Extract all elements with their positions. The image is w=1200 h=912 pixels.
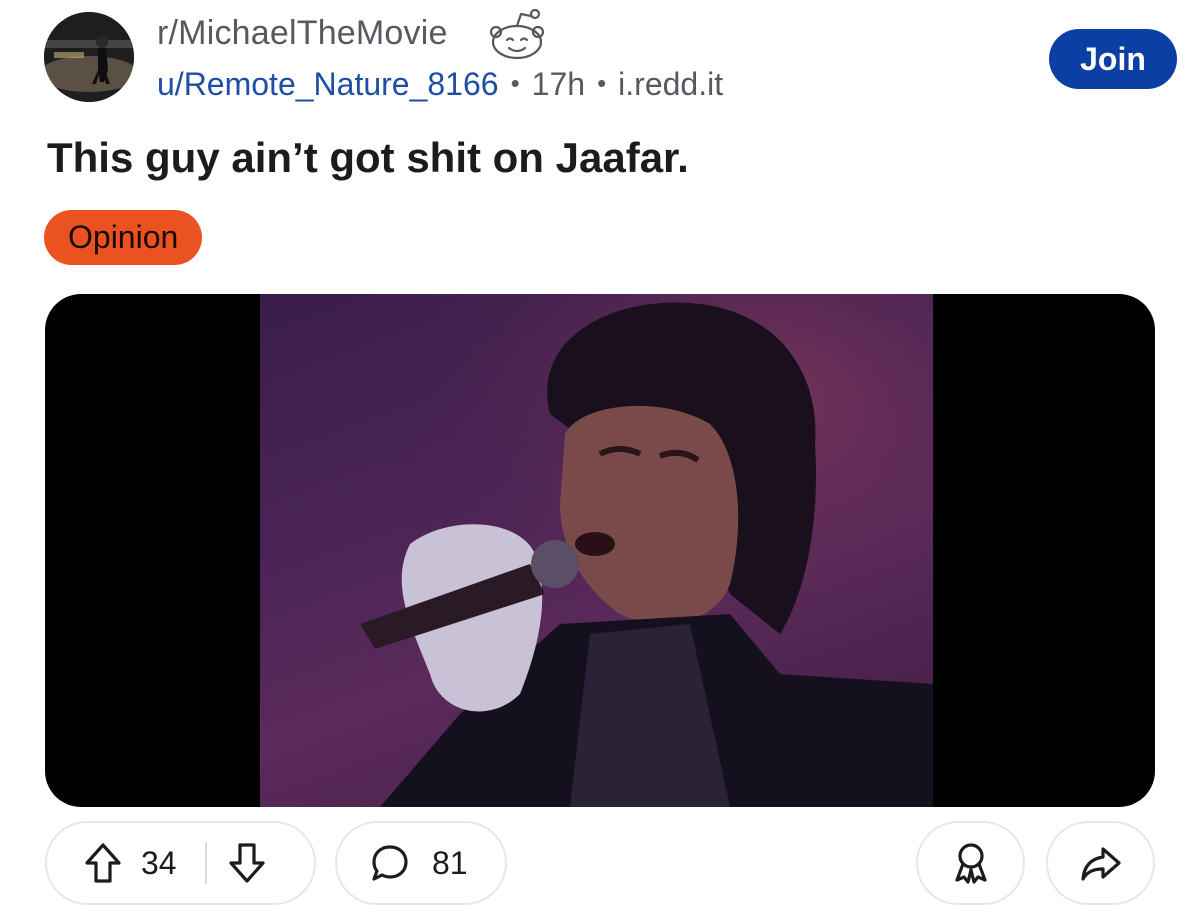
vote-count: 34	[141, 844, 177, 881]
meta-separator: •	[597, 68, 607, 98]
snoo-icon	[489, 8, 545, 60]
downvote-button[interactable]	[227, 841, 267, 885]
downvote-icon	[228, 843, 265, 883]
comment-count: 81	[432, 844, 468, 881]
comment-icon	[372, 845, 408, 881]
author-link[interactable]: u/Remote_Nature_8166	[157, 66, 499, 102]
post-meta: u/Remote_Nature_8166 • 17h • i.redd.it	[157, 66, 723, 103]
meta-separator: •	[510, 68, 520, 98]
comment-icon-wrap	[370, 843, 410, 883]
flair-badge[interactable]: Opinion	[44, 210, 203, 265]
upvote-button[interactable]	[83, 841, 123, 885]
image-frame	[260, 294, 933, 807]
post-time: 17h	[531, 66, 586, 102]
share-icon	[1080, 847, 1121, 881]
reddit-post: r/MichaelTheMovie u/Remote_Nature_8166 • 1…	[0, 0, 1200, 912]
post-domain[interactable]: i.redd.it	[618, 66, 723, 102]
share-button[interactable]	[1046, 821, 1155, 905]
post-image[interactable]	[45, 294, 1155, 807]
comments-button[interactable]: 81	[335, 821, 507, 905]
subreddit-avatar[interactable]	[44, 12, 134, 102]
vote-divider	[204, 842, 207, 884]
vote-bar: 34	[45, 821, 316, 905]
subreddit-name[interactable]: r/MichaelTheMovie	[157, 14, 448, 53]
award-button[interactable]	[916, 821, 1025, 905]
join-button[interactable]: Join	[1049, 29, 1177, 89]
upvote-icon	[85, 843, 121, 883]
award-icon	[954, 843, 987, 884]
post-title[interactable]: This guy ain’t got shit on Jaafar.	[47, 134, 689, 182]
